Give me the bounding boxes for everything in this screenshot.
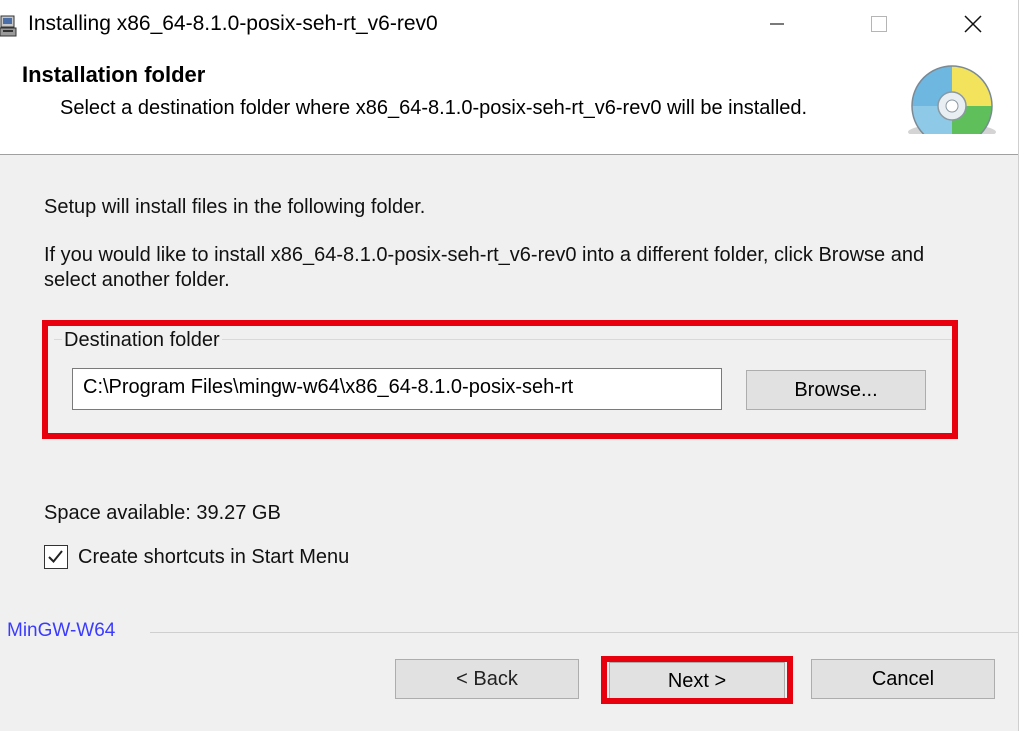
wizard-header: Installation folder Select a destination… [0, 52, 1018, 155]
close-button[interactable] [942, 0, 1004, 52]
minimize-icon [770, 17, 784, 36]
destination-highlight-box [42, 320, 958, 439]
window-title: Installing x86_64-8.1.0-posix-seh-rt_v6-… [28, 12, 438, 35]
maximize-button[interactable] [848, 0, 910, 52]
shortcuts-checkbox[interactable] [44, 545, 68, 569]
page-title: Installation folder [22, 62, 206, 87]
cd-disc-icon [906, 64, 998, 147]
instructions-text: If you would like to install x86_64-8.1.… [44, 244, 925, 291]
shortcuts-label[interactable]: Create shortcuts in Start Menu [78, 545, 349, 570]
minimize-button[interactable] [746, 0, 808, 52]
footer-divider [150, 632, 1018, 633]
next-highlight-box [601, 656, 793, 704]
installer-icon [0, 14, 20, 38]
back-button[interactable]: < Back [395, 659, 579, 699]
title-bar[interactable]: Installing x86_64-8.1.0-posix-seh-rt_v6-… [0, 0, 1018, 52]
page-subtitle: Select a destination folder where x86_64… [60, 97, 808, 119]
maximize-icon [871, 15, 887, 37]
intro-text: Setup will install files in the followin… [44, 196, 426, 218]
checkmark-icon [45, 546, 67, 567]
cancel-button[interactable]: Cancel [811, 659, 995, 699]
space-available-text: Space available: 39.27 GB [44, 502, 281, 524]
brand-label: MinGW-W64 [7, 620, 116, 641]
installer-window: Installing x86_64-8.1.0-posix-seh-rt_v6-… [0, 0, 1019, 731]
close-icon [964, 14, 982, 38]
